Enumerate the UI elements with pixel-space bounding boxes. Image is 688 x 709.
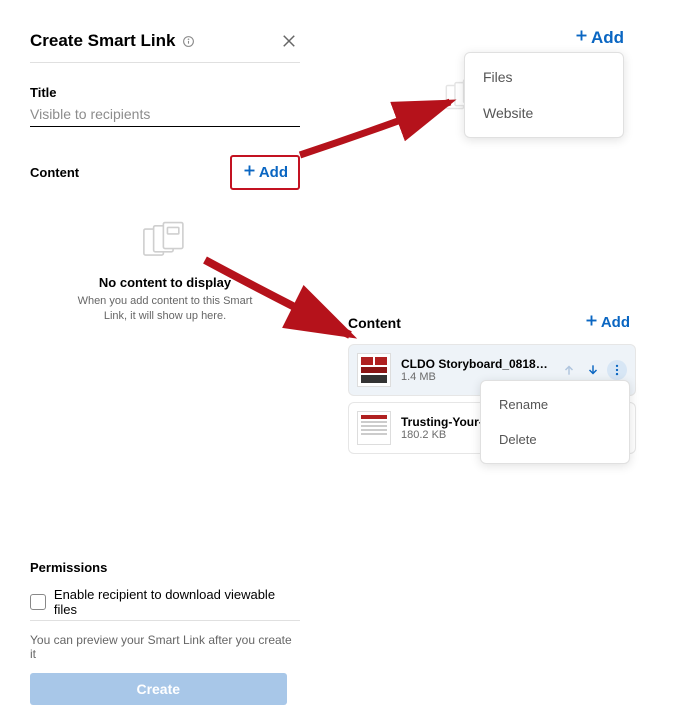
create-smart-link-panel: Create Smart Link Title Content Add bbox=[30, 30, 300, 324]
permissions-section: Permissions Enable recipient to download… bbox=[30, 560, 300, 617]
content-list-header: Content Add bbox=[348, 309, 636, 336]
context-menu-delete[interactable]: Delete bbox=[481, 422, 629, 457]
close-button[interactable] bbox=[278, 30, 300, 52]
download-permission-row[interactable]: Enable recipient to download viewable fi… bbox=[30, 587, 300, 617]
footer-hint: You can preview your Smart Link after yo… bbox=[30, 633, 300, 661]
add-button-label: Add bbox=[601, 314, 630, 331]
info-icon[interactable] bbox=[182, 35, 195, 48]
add-menu-website[interactable]: Website bbox=[465, 95, 623, 131]
permissions-label: Permissions bbox=[30, 560, 300, 575]
download-permission-label: Enable recipient to download viewable fi… bbox=[54, 587, 300, 617]
panel-header: Create Smart Link bbox=[30, 30, 300, 63]
close-icon bbox=[280, 32, 298, 50]
plus-icon bbox=[584, 313, 599, 332]
more-actions-button[interactable] bbox=[607, 360, 627, 380]
plus-icon bbox=[242, 163, 257, 182]
add-menu-files[interactable]: Files bbox=[465, 59, 623, 95]
panel-title-row: Create Smart Link bbox=[30, 31, 195, 51]
panel-footer: You can preview your Smart Link after yo… bbox=[30, 620, 300, 705]
add-content-button[interactable]: Add bbox=[236, 159, 294, 186]
file-row-actions bbox=[559, 360, 627, 380]
add-content-button-list[interactable]: Add bbox=[578, 309, 636, 336]
move-down-button[interactable] bbox=[583, 360, 603, 380]
empty-state-subtitle: When you add content to this Smart Link,… bbox=[75, 294, 255, 324]
file-name: CLDO Storyboard_081823.pdf bbox=[401, 357, 549, 371]
file-thumbnail bbox=[357, 353, 391, 387]
content-label: Content bbox=[348, 315, 401, 331]
plus-icon bbox=[574, 28, 589, 48]
title-field-label: Title bbox=[30, 85, 300, 100]
content-label: Content bbox=[30, 165, 79, 180]
checkbox-icon[interactable] bbox=[30, 594, 46, 610]
context-menu-rename[interactable]: Rename bbox=[481, 387, 629, 422]
top-add-container: Add bbox=[568, 24, 630, 52]
empty-state: No content to display When you add conte… bbox=[30, 220, 300, 324]
move-up-button[interactable] bbox=[559, 360, 579, 380]
add-button-top[interactable]: Add bbox=[568, 24, 630, 52]
create-button[interactable]: Create bbox=[30, 673, 287, 705]
add-button-highlight: Add bbox=[230, 155, 300, 190]
panel-title: Create Smart Link bbox=[30, 31, 176, 51]
content-section-header: Content Add bbox=[30, 155, 300, 190]
file-thumbnail bbox=[357, 411, 391, 445]
empty-state-title: No content to display bbox=[30, 275, 300, 290]
title-input[interactable] bbox=[30, 100, 300, 127]
add-button-label: Add bbox=[591, 28, 624, 48]
add-menu: Files Website bbox=[464, 52, 624, 138]
file-context-menu: Rename Delete bbox=[480, 380, 630, 464]
add-button-label: Add bbox=[259, 164, 288, 181]
arrow-annotation-icon bbox=[295, 90, 465, 170]
documents-icon bbox=[139, 251, 191, 268]
